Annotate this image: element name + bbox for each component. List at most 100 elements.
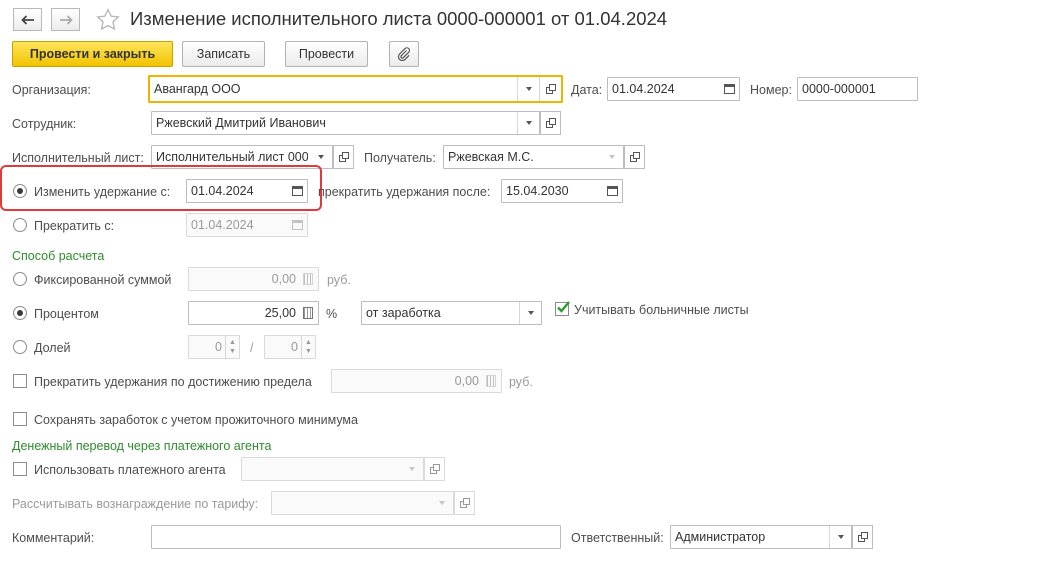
percent-value: 25,00 xyxy=(264,306,296,320)
calendar-icon xyxy=(723,84,735,94)
tariff-field[interactable] xyxy=(271,491,454,515)
open-window-icon xyxy=(629,152,640,162)
favorite-button[interactable] xyxy=(96,7,122,32)
stop-from-date-field[interactable]: 01.04.2024 xyxy=(186,213,308,237)
tariff-dropdown[interactable] xyxy=(431,492,453,514)
back-button[interactable] xyxy=(13,8,42,31)
agent-open-button[interactable] xyxy=(424,457,445,481)
organization-value: Авангард ООО xyxy=(154,82,241,96)
chevron-down-icon xyxy=(409,467,415,471)
limit-label: Прекратить удержания по достижению преде… xyxy=(34,375,312,389)
chevron-down-icon xyxy=(609,155,615,159)
limit-field[interactable]: 0,00 xyxy=(331,369,502,393)
agent-field[interactable] xyxy=(241,457,424,481)
save-button[interactable]: Записать xyxy=(182,41,265,67)
calculator-icon xyxy=(303,307,313,319)
percent-base-dropdown[interactable] xyxy=(519,302,541,324)
employee-value: Ржевский Дмитрий Иванович xyxy=(156,116,326,130)
share-numerator-field[interactable]: 0 ▲ ▼ xyxy=(188,335,240,359)
responsible-label: Ответственный: xyxy=(571,531,664,545)
change-date-field[interactable]: 01.04.2024 xyxy=(186,179,308,203)
organization-field[interactable]: Авангард ООО xyxy=(148,75,563,103)
share-denominator-stepper[interactable]: ▲ ▼ xyxy=(301,336,315,358)
organization-label: Организация: xyxy=(12,83,91,97)
sick-leave-label: Учитывать больничные листы xyxy=(574,303,749,317)
share-radio[interactable] xyxy=(13,340,27,354)
limit-checkbox[interactable] xyxy=(13,374,27,388)
employee-field[interactable]: Ржевский Дмитрий Иванович xyxy=(151,111,540,135)
share-numerator-value: 0 xyxy=(215,340,222,354)
checkmark-icon xyxy=(557,301,570,313)
open-window-icon xyxy=(545,118,556,128)
fixed-sum-label: Фиксированной суммой xyxy=(34,273,172,287)
share-numerator-stepper[interactable]: ▲ ▼ xyxy=(225,336,239,358)
stop-after-date-value: 15.04.2030 xyxy=(506,184,569,198)
chevron-down-icon xyxy=(837,535,844,539)
number-label: Номер: xyxy=(750,83,792,97)
stepper-down-icon: ▼ xyxy=(305,348,312,355)
change-date-value: 01.04.2024 xyxy=(191,184,254,198)
date-field[interactable]: 01.04.2024 xyxy=(607,77,740,101)
post-and-close-button[interactable]: Провести и закрыть xyxy=(12,41,173,67)
date-calendar-button[interactable] xyxy=(719,78,739,100)
stop-after-date-field[interactable]: 15.04.2030 xyxy=(501,179,623,203)
arrow-left-icon xyxy=(20,14,34,25)
post-button[interactable]: Провести xyxy=(285,41,368,67)
stop-from-label: Прекратить с: xyxy=(34,219,115,233)
responsible-open-button[interactable] xyxy=(852,525,873,549)
stepper-up-icon: ▲ xyxy=(305,339,312,346)
sick-leave-checkbox[interactable] xyxy=(555,301,570,316)
chevron-down-icon xyxy=(318,155,324,159)
calculator-icon xyxy=(486,375,496,387)
change-from-radio[interactable] xyxy=(13,184,27,198)
recipient-dropdown[interactable] xyxy=(601,146,623,168)
responsible-field[interactable]: Администратор xyxy=(670,525,852,549)
employee-open-button[interactable] xyxy=(540,111,561,135)
recipient-open-button[interactable] xyxy=(624,145,645,169)
number-field[interactable]: 0000-000001 xyxy=(797,77,918,101)
fixed-sum-unit: руб. xyxy=(327,273,351,287)
open-window-icon xyxy=(857,532,868,542)
use-agent-checkbox[interactable] xyxy=(13,462,27,476)
forward-button[interactable] xyxy=(51,8,80,31)
change-from-label: Изменить удержание с: xyxy=(34,185,171,199)
percent-radio[interactable] xyxy=(13,306,27,320)
responsible-dropdown[interactable] xyxy=(829,526,851,548)
fixed-sum-radio[interactable] xyxy=(13,272,27,286)
employee-dropdown[interactable] xyxy=(517,112,539,134)
stop-from-calendar-button[interactable] xyxy=(287,214,307,236)
fixed-sum-field[interactable]: 0,00 xyxy=(188,267,319,291)
change-date-calendar-button[interactable] xyxy=(287,180,307,202)
fixed-sum-calculator-button[interactable] xyxy=(298,268,318,290)
date-label: Дата: xyxy=(571,83,603,97)
organization-dropdown[interactable] xyxy=(517,77,539,101)
percent-unit: % xyxy=(326,307,338,321)
open-window-icon xyxy=(459,498,470,508)
subsistence-checkbox[interactable] xyxy=(13,412,27,426)
page-title: Изменение исполнительного листа 0000-000… xyxy=(130,8,668,29)
percent-calculator-button[interactable] xyxy=(298,302,318,324)
stop-from-radio[interactable] xyxy=(13,218,27,232)
attach-button[interactable] xyxy=(389,41,419,67)
organization-open-button[interactable] xyxy=(539,77,561,101)
share-denominator-field[interactable]: 0 ▲ ▼ xyxy=(264,335,316,359)
stop-after-calendar-button[interactable] xyxy=(602,180,622,202)
calendar-icon xyxy=(291,220,303,230)
subsistence-label: Сохранять заработок с учетом прожиточног… xyxy=(34,413,358,427)
percent-field[interactable]: 25,00 xyxy=(188,301,319,325)
calendar-icon xyxy=(291,186,303,196)
tariff-open-button[interactable] xyxy=(454,491,475,515)
limit-calculator-button[interactable] xyxy=(481,370,501,392)
recipient-field[interactable]: Ржевская М.С. xyxy=(443,145,624,169)
use-agent-label: Использовать платежного агента xyxy=(34,463,226,477)
paperclip-icon xyxy=(397,47,411,61)
writ-open-button[interactable] xyxy=(333,145,354,169)
percent-base-select[interactable]: от заработка xyxy=(361,301,542,325)
agent-dropdown[interactable] xyxy=(401,458,423,480)
share-label: Долей xyxy=(34,341,71,355)
open-window-icon xyxy=(545,84,556,94)
limit-unit: руб. xyxy=(509,375,533,389)
limit-value: 0,00 xyxy=(454,374,479,388)
percent-label: Процентом xyxy=(34,307,99,321)
comment-field[interactable] xyxy=(151,525,561,549)
